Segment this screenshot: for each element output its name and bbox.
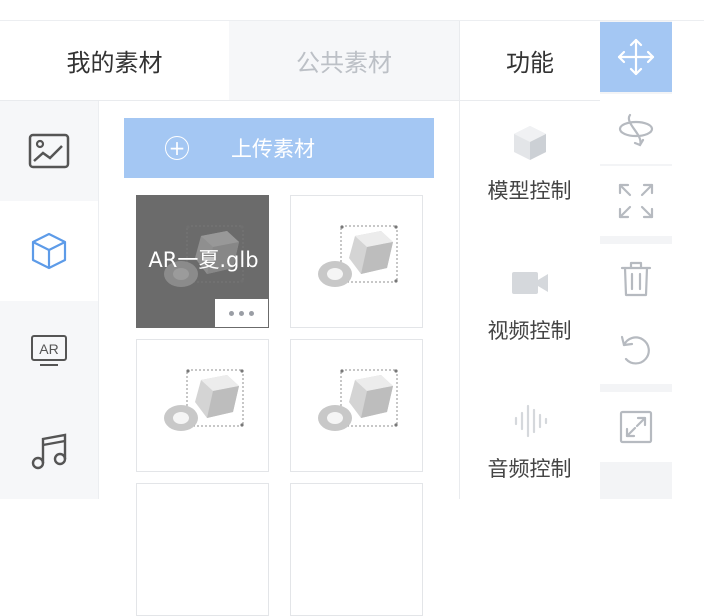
audio-control-label: 音频控制: [487, 457, 572, 481]
video-control-label: 视频控制: [487, 319, 572, 343]
tab-my-assets-label: 我的素材: [66, 49, 163, 77]
plus-circle-icon: +: [165, 136, 189, 160]
more-dot-icon: [249, 310, 254, 316]
more-dot-icon: [229, 310, 234, 316]
asset-card[interactable]: AR一夏.glb: [136, 195, 269, 328]
move-tool-button[interactable]: [600, 22, 672, 92]
fullscreen-icon: [619, 410, 653, 444]
more-options-button[interactable]: [215, 299, 268, 327]
model-thumbnail: [317, 224, 399, 288]
asset-card[interactable]: [290, 339, 423, 472]
music-icon: [31, 433, 67, 470]
tab-functions[interactable]: 功能: [459, 21, 600, 101]
scale-tool-button[interactable]: [600, 166, 672, 236]
asset-name: AR一夏.glb: [148, 248, 259, 272]
model-icon: [513, 126, 546, 160]
undo-icon: [620, 335, 650, 365]
audio-wave-icon: [514, 404, 547, 438]
category-music[interactable]: [0, 401, 98, 501]
tab-public-assets[interactable]: 公共素材: [229, 21, 459, 101]
model-control-button[interactable]: 模型控制: [459, 123, 600, 205]
image-icon: [28, 133, 70, 169]
delete-tool-button[interactable]: [600, 244, 672, 314]
video-control-button[interactable]: 视频控制: [459, 263, 600, 345]
asset-card[interactable]: [136, 339, 269, 472]
category-ar[interactable]: AR: [0, 301, 98, 401]
audio-control-button[interactable]: 音频控制: [459, 401, 600, 483]
trash-icon: [620, 261, 652, 297]
rotate-icon: [618, 113, 654, 147]
ar-icon: AR: [31, 335, 67, 366]
svg-text:AR: AR: [39, 341, 58, 357]
tab-functions-label: 功能: [506, 49, 554, 77]
fullscreen-tool-button[interactable]: [600, 392, 672, 462]
cube-icon: [31, 232, 67, 270]
scale-icon: [618, 183, 654, 219]
asset-card[interactable]: [290, 483, 423, 616]
undo-tool-button[interactable]: [600, 314, 672, 384]
tab-my-assets[interactable]: 我的素材: [0, 21, 229, 101]
asset-card[interactable]: [290, 195, 423, 328]
more-dot-icon: [239, 310, 244, 316]
model-thumbnail: [163, 368, 245, 432]
category-model[interactable]: [0, 201, 98, 301]
top-bar: [0, 0, 704, 21]
rotate-tool-button[interactable]: [600, 94, 672, 164]
upload-asset-button[interactable]: + 上传素材: [124, 118, 434, 178]
category-image[interactable]: [0, 101, 98, 201]
video-camera-icon: [511, 272, 548, 294]
tab-public-assets-label: 公共素材: [296, 49, 392, 77]
model-control-label: 模型控制: [487, 179, 572, 203]
upload-asset-label: 上传素材: [231, 137, 315, 161]
asset-card[interactable]: [136, 483, 269, 616]
model-thumbnail: [317, 368, 399, 432]
move-icon: [617, 38, 655, 76]
